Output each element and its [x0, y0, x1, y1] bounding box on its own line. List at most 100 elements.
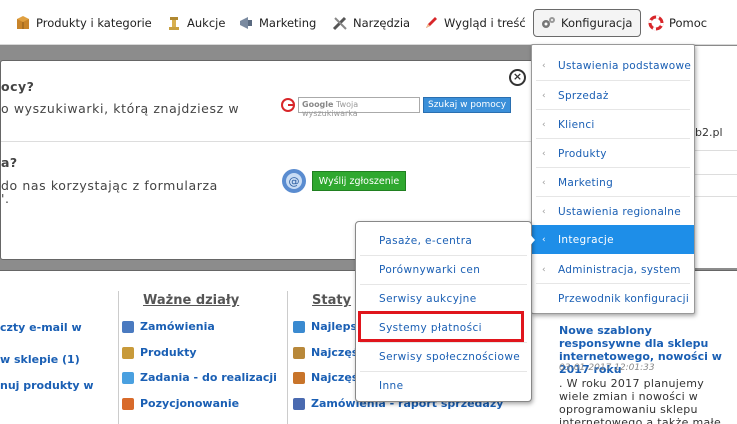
search-brand: Google: [302, 100, 334, 109]
dashboard-link[interactable]: w sklepie (1): [0, 353, 80, 366]
nav-label: Produkty i kategorie: [36, 16, 152, 30]
chevron-left-icon: ‹: [542, 177, 546, 188]
menu-item-products[interactable]: ‹ Produkty: [532, 139, 694, 168]
link-label: Najczęś: [311, 371, 359, 384]
chevron-left-icon: ‹: [542, 90, 546, 101]
products-icon: [122, 346, 134, 359]
lifebuoy-icon: [648, 15, 664, 31]
link-orders[interactable]: Zamówienia: [122, 320, 215, 333]
tools-icon: [332, 15, 348, 31]
link-label: Zamówienia: [140, 320, 215, 333]
news-body: . W roku 2017 planujemy wiele zmian i no…: [559, 377, 722, 424]
submenu-item-auction-services[interactable]: Serwisy aukcyjne: [356, 284, 531, 313]
nav-item-configuration[interactable]: Konfiguracja: [533, 9, 642, 37]
help-search-text: o wyszukiwarki, którą znajdziesz w: [1, 101, 240, 116]
submenu-item-social-networks[interactable]: Serwisy społecznościowe: [356, 342, 531, 371]
nav-label: Aukcje: [187, 16, 226, 30]
chevron-left-icon: ‹: [542, 60, 546, 71]
dashboard-link[interactable]: czty e-mail w: [0, 321, 82, 334]
nav-item-tools[interactable]: Narzędzia: [332, 9, 410, 37]
menu-item-configuration-guide[interactable]: Przewodnik konfiguracji: [532, 284, 694, 313]
tasks-icon: [122, 371, 134, 384]
nav-item-auctions[interactable]: Aukcje: [166, 9, 225, 37]
gears-icon: [540, 15, 556, 31]
top-navigation: Produkty i kategorie Aukcje Marketing Na…: [0, 0, 737, 45]
right-panel-text: b2.pl: [695, 126, 723, 139]
search-help-button[interactable]: Szukaj w pomocy: [423, 97, 512, 113]
link-seo[interactable]: Pozycjonowanie: [122, 397, 239, 410]
auction-icon: [166, 15, 182, 31]
nav-item-marketing[interactable]: Marketing: [238, 9, 316, 37]
link-label: Najleps: [311, 320, 358, 333]
link-label: Pozycjonowanie: [140, 397, 240, 410]
stats-link[interactable]: Najczęś: [293, 346, 358, 359]
highlight-annotation: [358, 311, 524, 342]
chevron-left-icon: ‹: [542, 119, 546, 130]
menu-item-administration[interactable]: ‹ Administracja, system: [532, 255, 694, 284]
menu-item-basic-settings[interactable]: ‹ Ustawienia podstawowe: [532, 51, 694, 80]
statistics-heading: Staty: [312, 293, 352, 308]
send-ticket-button[interactable]: Wyślij zgłoszenie: [312, 171, 406, 191]
menu-label: Ustawienia regionalne: [558, 205, 681, 218]
stats-icon: [293, 397, 305, 410]
help-question-contact: a?: [1, 155, 18, 170]
orders-icon: [122, 320, 134, 333]
nav-item-products[interactable]: Produkty i kategorie: [15, 9, 152, 37]
menu-label: Integracje: [558, 233, 614, 246]
stats-link[interactable]: Najczęś: [293, 371, 358, 384]
nav-label: Konfiguracja: [561, 16, 633, 30]
help-question-search: ocy?: [1, 79, 35, 94]
menu-item-integrations[interactable]: ‹ Integracje: [532, 225, 694, 254]
seo-icon: [122, 397, 134, 410]
menu-item-marketing[interactable]: ‹ Marketing: [532, 168, 694, 197]
box-icon: [15, 15, 31, 31]
menu-item-clients[interactable]: ‹ Klienci: [532, 110, 694, 139]
menu-label: Administracja, system: [558, 263, 681, 276]
link-label: Najczęś: [311, 346, 359, 359]
important-sections-heading: Ważne działy: [143, 293, 240, 308]
link-products[interactable]: Produkty: [122, 346, 197, 359]
chevron-left-icon: ‹: [542, 148, 546, 159]
link-tasks[interactable]: Zadania - do realizacji: [122, 371, 277, 384]
menu-label: Ustawienia podstawowe: [558, 59, 692, 72]
menu-item-regional-settings[interactable]: ‹ Ustawienia regionalne: [532, 197, 694, 226]
submenu-item-other[interactable]: Inne: [356, 371, 531, 400]
news-date: 03-01-2017 12:01:33: [559, 363, 655, 373]
dashboard-link[interactable]: nuj produkty w: [0, 379, 94, 392]
chevron-left-icon: ‹: [542, 206, 546, 217]
help-contact-text-2: '.: [1, 191, 10, 206]
menu-label: Produkty: [558, 147, 607, 160]
menu-label: Klienci: [558, 118, 595, 131]
menu-label: Sprzedaż: [558, 89, 609, 102]
nav-label: Wygląd i treść: [444, 16, 526, 30]
submenu-pointer: [527, 231, 535, 249]
search-input[interactable]: Google Twoja wyszukiwarka: [298, 97, 420, 118]
configuration-menu: ‹ Ustawienia podstawowe ‹ Sprzedaż ‹ Klienc…: [531, 44, 695, 314]
close-button[interactable]: ×: [509, 69, 526, 86]
svg-text:@: @: [289, 175, 300, 188]
stats-link[interactable]: Najleps: [293, 320, 357, 333]
submenu-item-price-comparison[interactable]: Porównywarki cen: [356, 255, 531, 284]
menu-item-sales[interactable]: ‹ Sprzedaż: [532, 81, 694, 110]
google-icon: [281, 98, 295, 112]
submenu-item-marketplaces[interactable]: Pasaże, e-centra: [356, 226, 531, 255]
help-contact-text: do nas korzystając z formularza: [1, 178, 218, 193]
chevron-left-icon: ‹: [542, 264, 546, 275]
nav-item-help[interactable]: Pomoc: [648, 9, 707, 37]
pencil-icon: [423, 15, 439, 31]
nav-item-appearance[interactable]: Wygląd i treść: [423, 9, 526, 37]
link-label: Produkty: [140, 346, 197, 359]
stats-icon: [293, 320, 305, 333]
email-icon: @: [280, 167, 308, 198]
help-search: Google Twoja wyszukiwarka Szukaj w pomoc…: [281, 97, 512, 118]
marketing-icon: [238, 15, 254, 31]
link-label: Zadania - do realizacji: [140, 371, 277, 384]
nav-label: Marketing: [259, 16, 317, 30]
nav-label: Pomoc: [669, 16, 708, 30]
chevron-left-icon: ‹: [542, 234, 546, 245]
menu-label: Przewodnik konfiguracji: [558, 292, 690, 305]
menu-label: Marketing: [558, 176, 614, 189]
stats-icon: [293, 371, 305, 384]
nav-label: Narzędzia: [353, 16, 411, 30]
stats-icon: [293, 346, 305, 359]
